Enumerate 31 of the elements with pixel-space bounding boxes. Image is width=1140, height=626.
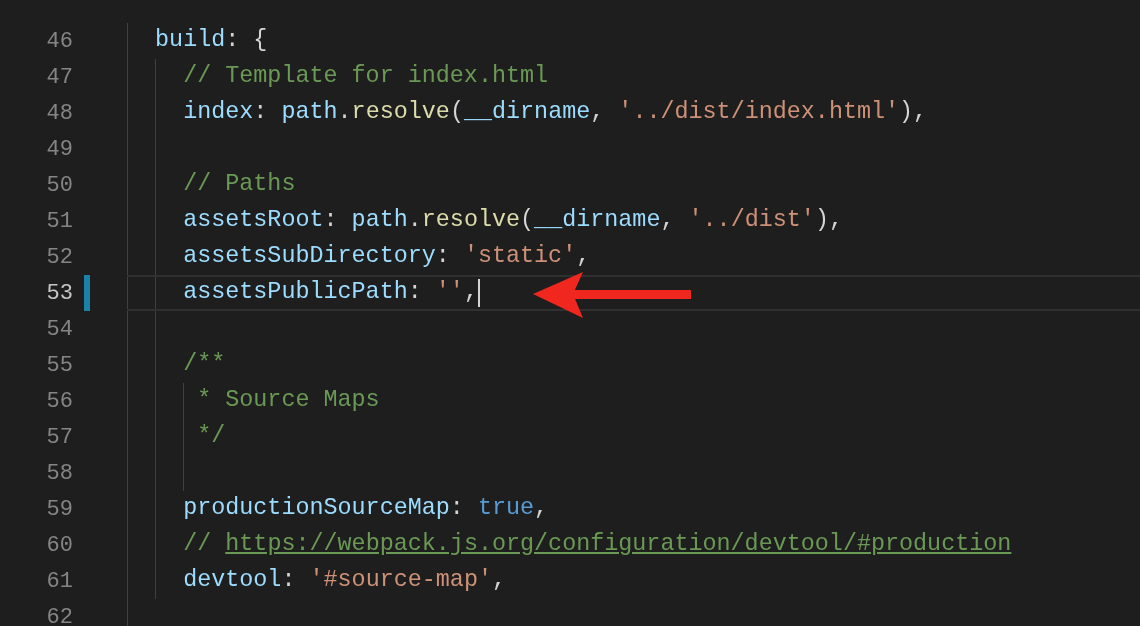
line-number: 46 — [46, 27, 73, 56]
line-number: 50 — [46, 171, 73, 200]
code-comment: // — [183, 530, 213, 560]
code-line: /** — [183, 350, 226, 380]
line-number: 58 — [46, 459, 73, 488]
line-number: 60 — [46, 531, 73, 560]
code-line: assetsSubDirectory: 'static', — [183, 242, 591, 272]
code-line: // Template for index.html — [183, 62, 549, 92]
line-number: 59 — [46, 495, 73, 524]
code-line: build: { — [155, 26, 268, 56]
line-number: 56 — [46, 387, 73, 416]
line-number: 53 — [46, 279, 73, 308]
line-number: 61 — [46, 567, 73, 596]
code-line: devtool: '#source-map', — [183, 566, 506, 596]
code-line: */ — [197, 422, 226, 452]
line-number: 55 — [46, 351, 73, 380]
line-number: 47 — [46, 63, 73, 92]
line-number: 54 — [46, 315, 73, 344]
line-number: 62 — [46, 603, 73, 626]
line-number: 51 — [46, 207, 73, 236]
code-line: * Source Maps — [197, 386, 380, 416]
code-line: // Paths — [183, 170, 296, 200]
code-line: index: path.resolve(__dirname, '../dist/index.html'), — [183, 98, 928, 128]
code-line: assetsRoot: path.resolve(__dirname, '../dist'), — [183, 206, 843, 236]
line-number: 49 — [46, 135, 73, 164]
link[interactable]: https://webpack.js.org/configuration/devtool/#production — [225, 527, 1012, 563]
line-number: 57 — [46, 423, 73, 452]
line-number: 52 — [46, 243, 73, 272]
line-number: 48 — [46, 99, 73, 128]
code-line: assetsPublicPath: '', — [183, 278, 478, 308]
code-line: productionSourceMap: true, — [183, 494, 549, 524]
